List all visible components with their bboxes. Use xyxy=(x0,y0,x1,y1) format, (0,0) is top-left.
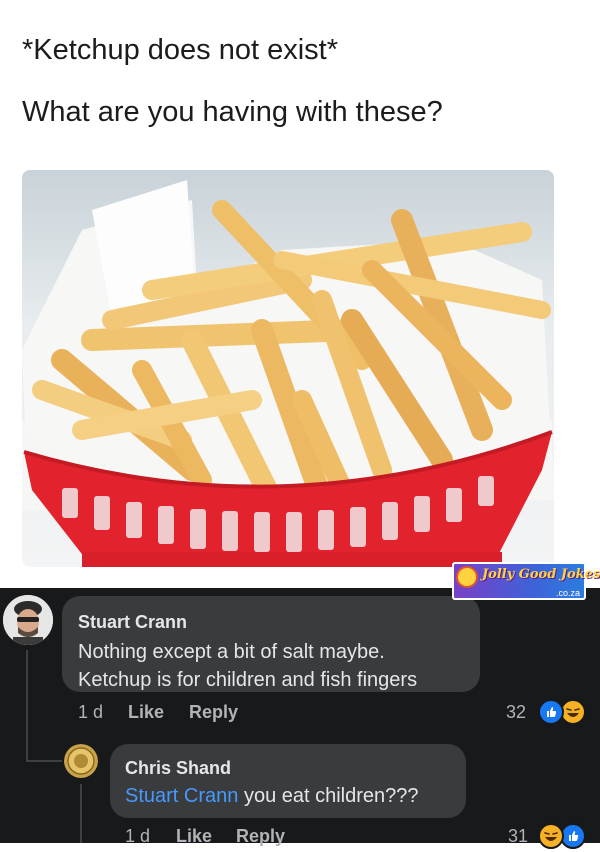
watermark-domain: .co.za xyxy=(555,588,580,598)
reply-author[interactable]: Chris Shand xyxy=(125,758,231,779)
comments-section: Stuart Crann Nothing except a bit of sal… xyxy=(0,588,600,849)
avatar-icon xyxy=(3,595,53,645)
reply-like-button[interactable]: Like xyxy=(176,826,212,847)
comment-age: 1 d xyxy=(78,702,104,722)
jester-face-icon xyxy=(456,566,478,588)
haha-icon xyxy=(538,823,564,849)
reply-reaction-count[interactable]: 31 xyxy=(508,826,528,847)
watermark-text: Jolly Good Jokes xyxy=(482,567,600,582)
reply-bubble: Chris Shand Stuart Crann you eat childre… xyxy=(110,744,466,818)
thread-line xyxy=(26,650,28,762)
like-button[interactable]: Like xyxy=(128,702,164,723)
post-text-line-1: *Ketchup does not exist* xyxy=(22,34,338,66)
avatar-stuart-crann[interactable] xyxy=(3,595,53,645)
reply-text: Stuart Crann you eat children??? xyxy=(125,782,419,810)
comment-text-line-2: Ketchup is for children and fish fingers xyxy=(78,669,418,691)
comment-author[interactable]: Stuart Crann xyxy=(78,612,187,633)
avatar-icon xyxy=(64,744,98,778)
fries-basket-illustration xyxy=(22,180,554,567)
reply-age: 1 d xyxy=(125,826,151,846)
comment-text-line-1: Nothing except a bit of salt maybe. xyxy=(78,641,385,663)
reply-text-body: you eat children??? xyxy=(238,785,419,807)
post-text-line-2: What are you having with these? xyxy=(22,96,443,128)
thread-branch-line xyxy=(26,760,62,762)
mention-link[interactable]: Stuart Crann xyxy=(125,785,238,807)
reply-button[interactable]: Reply xyxy=(189,702,238,723)
reply-thread-line xyxy=(80,784,82,843)
comment-bubble: Stuart Crann Nothing except a bit of sal… xyxy=(62,596,480,692)
post: *Ketchup does not exist* What are you ha… xyxy=(0,0,600,588)
reply-reply-button[interactable]: Reply xyxy=(236,826,285,847)
like-icon xyxy=(538,699,564,725)
fries-photo xyxy=(22,170,554,567)
avatar-chris-shand[interactable] xyxy=(64,744,98,778)
reaction-count[interactable]: 32 xyxy=(506,702,526,723)
jolly-good-jokes-watermark: Jolly Good Jokes .co.za xyxy=(452,562,600,600)
